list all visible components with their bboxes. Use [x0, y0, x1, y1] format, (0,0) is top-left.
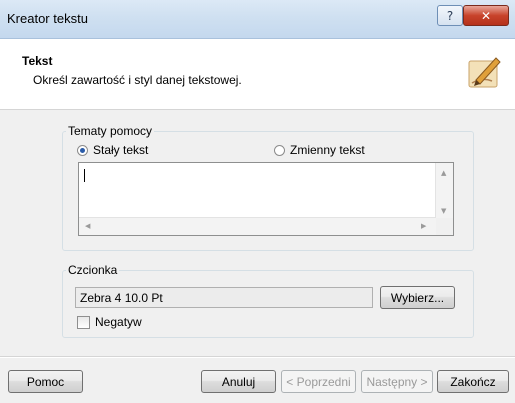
next-button[interactable]: Następny > — [361, 370, 433, 393]
help-button[interactable]: ? — [437, 5, 463, 26]
vertical-scrollbar[interactable]: ▲ ▼ — [435, 163, 453, 220]
text-caret — [84, 169, 85, 182]
help-topics-label: Tematy pomocy — [66, 124, 155, 138]
footer-divider-highlight — [0, 357, 515, 358]
checkbox-icon — [77, 315, 90, 329]
scroll-right-icon[interactable]: ▶ — [421, 222, 426, 230]
radio-static-text[interactable]: Stały tekst — [77, 143, 148, 157]
text-content-input[interactable]: ▲ ▼ ◀ ▶ — [78, 162, 454, 236]
window-title: Kreator tekstu — [7, 11, 88, 26]
cancel-button[interactable]: Anuluj — [201, 370, 276, 393]
pen-paper-icon — [468, 57, 501, 88]
negative-label: Negatyw — [95, 315, 142, 329]
horizontal-scrollbar[interactable]: ◀ ▶ — [79, 217, 436, 235]
close-button[interactable]: ✕ — [463, 5, 509, 26]
negative-checkbox[interactable]: Negatyw — [77, 315, 142, 329]
page-title: Tekst — [22, 54, 53, 68]
previous-button[interactable]: < Poprzedni — [281, 370, 356, 393]
radio-selected-icon — [77, 144, 88, 156]
choose-font-button[interactable]: Wybierz... — [380, 286, 455, 309]
scroll-up-icon[interactable]: ▲ — [441, 169, 446, 177]
radio-variable-label: Zmienny tekst — [290, 143, 365, 157]
help-footer-button[interactable]: Pomoc — [8, 370, 83, 393]
font-name-field: Zebra 4 10.0 Pt — [75, 287, 373, 308]
radio-variable-text[interactable]: Zmienny tekst — [274, 143, 365, 157]
scroll-left-icon[interactable]: ◀ — [85, 222, 90, 230]
font-label: Czcionka — [66, 263, 120, 277]
finish-button[interactable]: Zakończ — [437, 370, 509, 393]
radio-unselected-icon — [274, 144, 285, 156]
radio-static-label: Stały tekst — [93, 143, 149, 157]
title-bar: Kreator tekstu ? ✕ — [0, 0, 515, 39]
scrollbar-corner — [436, 218, 453, 235]
page-subtitle: Określ zawartość i styl danej tekstowej. — [33, 73, 242, 87]
scroll-down-icon[interactable]: ▼ — [441, 207, 446, 215]
wizard-header: Tekst Określ zawartość i styl danej teks… — [0, 39, 515, 110]
